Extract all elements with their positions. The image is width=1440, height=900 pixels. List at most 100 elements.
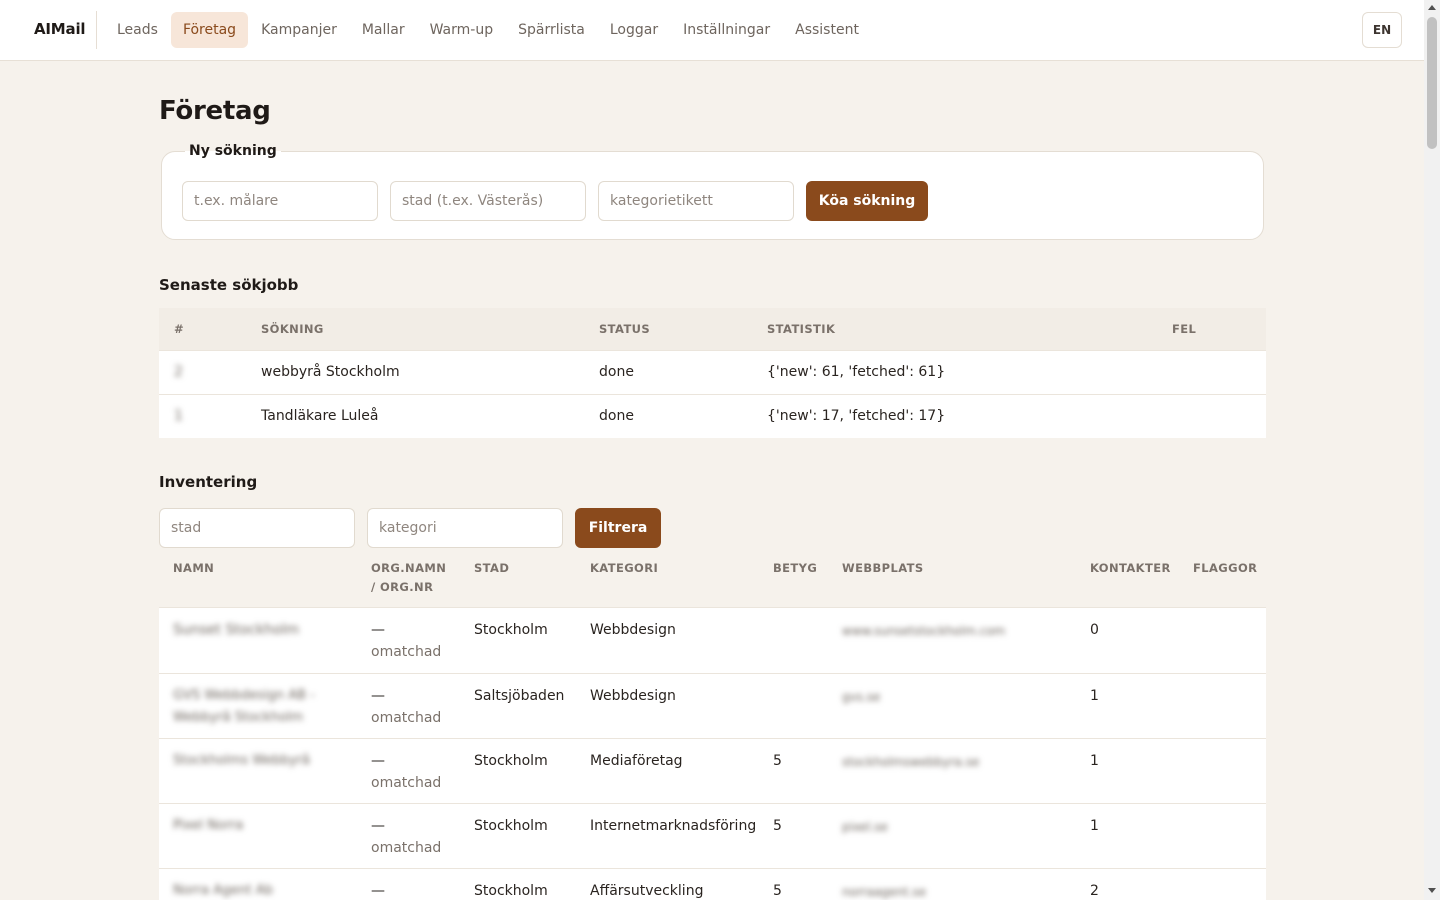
column-header: ORG.NAMN: [371, 561, 447, 575]
column-header: STATUS: [599, 322, 651, 336]
company-name[interactable]: Norra Agent Ab: [173, 880, 273, 900]
nav-warm-up[interactable]: Warm-up: [418, 12, 506, 48]
inventory-header: NAMN ORG.NAMN / ORG.NR STAD KATEGORI BET…: [159, 556, 1266, 606]
table-row[interactable]: Stockholms Webbyrå — omatchad Stockholm …: [159, 738, 1266, 803]
nav-sparrlista[interactable]: Spärrlista: [506, 12, 597, 48]
inventory-table: NAMN ORG.NAMN / ORG.NR STAD KATEGORI BET…: [159, 556, 1266, 900]
recent-jobs-header: # SÖKNING STATUS STATISTIK FEL: [159, 308, 1266, 351]
scroll-thumb[interactable]: [1427, 17, 1437, 149]
column-header: KATEGORI: [590, 561, 659, 575]
company-website-link[interactable]: gvs.se: [842, 686, 880, 708]
org-dash: —: [371, 818, 385, 834]
top-navigation-bar: AIMail Leads Företag Kampanjer Mallar Wa…: [0, 0, 1424, 61]
column-header: FLAGGOR: [1193, 561, 1258, 575]
org-dash: —: [371, 753, 385, 769]
brand-logo[interactable]: AIMail: [34, 20, 86, 38]
column-header: STATISTIK: [767, 322, 836, 336]
column-header: #: [174, 322, 185, 336]
column-header: NAMN: [173, 561, 215, 575]
org-dash: —: [371, 688, 385, 704]
org-dash: —: [371, 622, 385, 638]
brand-divider: [96, 11, 97, 49]
job-query: Tandläkare Luleå: [261, 408, 379, 424]
org-status: omatchad: [371, 644, 442, 660]
company-website-link[interactable]: pixel.se: [842, 816, 888, 838]
scroll-down-arrow-icon[interactable]: [1428, 888, 1436, 893]
column-header: BETYG: [773, 561, 818, 575]
page-title: Företag: [159, 96, 271, 126]
company-contacts: 1: [1090, 688, 1099, 704]
company-rating: 5: [773, 753, 782, 769]
column-header: WEBBPLATS: [842, 561, 924, 575]
company-contacts: 1: [1090, 753, 1099, 769]
company-category: Webbdesign: [590, 622, 676, 638]
table-row[interactable]: 1 Tandläkare Luleå done {'new': 17, 'fet…: [159, 394, 1266, 438]
org-dash: —: [371, 883, 385, 899]
nav-leads[interactable]: Leads: [105, 12, 170, 48]
job-stats: {'new': 17, 'fetched': 17}: [767, 408, 946, 424]
search-category-input[interactable]: [598, 181, 794, 221]
nav-assistent[interactable]: Assistent: [783, 12, 871, 48]
company-website-link[interactable]: norraagent.se: [842, 881, 926, 900]
table-row[interactable]: Sunset Stockholm — omatchad Stockholm We…: [159, 607, 1266, 673]
company-category: Internetmarknadsföring: [590, 818, 757, 834]
nav-foretag[interactable]: Företag: [170, 12, 249, 48]
job-id: 2: [174, 364, 183, 380]
company-city: Stockholm: [474, 818, 548, 834]
new-search-legend: Ny sökning: [185, 143, 281, 159]
org-status: omatchad: [371, 840, 442, 856]
company-city: Stockholm: [474, 753, 548, 769]
company-website-link[interactable]: stockholmswebbyra.se: [842, 751, 979, 773]
nav-installningar[interactable]: Inställningar: [671, 12, 782, 48]
filter-button[interactable]: Filtrera: [575, 508, 661, 548]
search-city-input[interactable]: [390, 181, 586, 221]
company-name[interactable]: Stockholms Webbyrå: [173, 750, 310, 772]
column-header: SÖKNING: [261, 322, 324, 336]
job-query: webbyrå Stockholm: [261, 364, 400, 380]
org-status: omatchad: [371, 775, 442, 791]
table-row[interactable]: Norra Agent Ab — Stockholm Affärsutveckl…: [159, 868, 1266, 900]
column-header: KONTAKTER: [1090, 561, 1171, 575]
column-header: / ORG.NR: [371, 580, 434, 594]
table-row[interactable]: GVS Webbdesign AB - Webbyrå Stockholm — …: [159, 673, 1266, 738]
nav-kampanjer[interactable]: Kampanjer: [249, 12, 349, 48]
inventory-title: Inventering: [159, 473, 258, 491]
column-header: FEL: [1172, 322, 1197, 336]
company-rating: 5: [773, 883, 782, 899]
nav-loggar[interactable]: Loggar: [598, 12, 670, 48]
company-category: Webbdesign: [590, 688, 676, 704]
inventory-category-filter[interactable]: [367, 508, 563, 548]
page-scrollbar[interactable]: [1424, 0, 1440, 900]
column-header: STAD: [474, 561, 510, 575]
org-status: omatchad: [371, 710, 442, 726]
nav-mallar[interactable]: Mallar: [350, 12, 417, 48]
language-toggle-button[interactable]: EN: [1362, 12, 1402, 48]
job-status: done: [599, 408, 634, 424]
recent-jobs-table: # SÖKNING STATUS STATISTIK FEL 2 webbyrå…: [159, 308, 1266, 438]
company-name[interactable]: Pixel Norra: [173, 815, 243, 837]
company-rating: 5: [773, 818, 782, 834]
scroll-up-arrow-icon[interactable]: [1428, 5, 1436, 10]
company-contacts: 0: [1090, 622, 1099, 638]
company-name-line2[interactable]: Webbyrå Stockholm: [173, 707, 303, 729]
job-stats: {'new': 61, 'fetched': 61}: [767, 364, 946, 380]
main-nav: Leads Företag Kampanjer Mallar Warm-up S…: [105, 12, 871, 48]
inventory-city-filter[interactable]: [159, 508, 355, 548]
company-city: Stockholm: [474, 883, 548, 899]
company-website-link[interactable]: www.sunsetstockholm.com: [842, 620, 1005, 642]
search-query-input[interactable]: [182, 181, 378, 221]
company-contacts: 2: [1090, 883, 1099, 899]
recent-jobs-title: Senaste sökjobb: [159, 276, 299, 294]
company-contacts: 1: [1090, 818, 1099, 834]
company-category: Affärsutveckling: [590, 883, 704, 899]
job-status: done: [599, 364, 634, 380]
company-category: Mediaföretag: [590, 753, 683, 769]
company-city: Saltsjöbaden: [474, 688, 565, 704]
table-row[interactable]: 2 webbyrå Stockholm done {'new': 61, 'fe…: [159, 350, 1266, 394]
company-name[interactable]: GVS Webbdesign AB -: [173, 685, 315, 707]
job-id: 1: [174, 408, 183, 424]
company-name[interactable]: Sunset Stockholm: [173, 619, 299, 641]
queue-search-button[interactable]: Köa sökning: [806, 181, 928, 221]
company-city: Stockholm: [474, 622, 548, 638]
table-row[interactable]: Pixel Norra — omatchad Stockholm Interne…: [159, 803, 1266, 868]
